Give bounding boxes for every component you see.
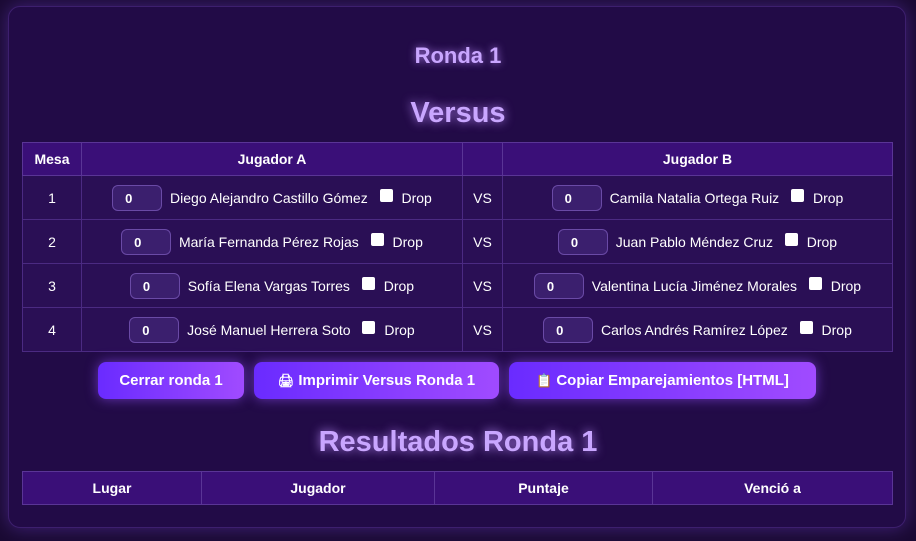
player-a-cell: 0 José Manuel Herrera Soto Drop: [81, 307, 463, 352]
drop-checkbox[interactable]: [799, 321, 813, 334]
cerrar-ronda-label: Cerrar ronda 1: [119, 372, 223, 389]
player-b-cell: 0 Juan Pablo Méndez Cruz Drop: [502, 219, 893, 264]
score-input[interactable]: 0: [129, 272, 180, 299]
drop-label: Drop: [384, 321, 415, 338]
round-title: Ronda 1: [414, 43, 502, 68]
player-a-cell: 0 Diego Alejandro Castillo Gómez Drop: [81, 175, 463, 220]
player-b-cell: 0 Valentina Lucía Jiménez Morales Drop: [502, 263, 893, 308]
score-input[interactable]: 0: [551, 184, 602, 211]
cerrar-ronda-button[interactable]: Cerrar ronda 1: [98, 362, 244, 399]
score-input[interactable]: 0: [543, 316, 594, 343]
player-name: José Manuel Herrera Soto: [187, 321, 351, 338]
mesa-number: 1: [22, 175, 82, 220]
results-table: Lugar Jugador Puntaje Venció a: [22, 471, 893, 505]
drop-label: Drop: [812, 189, 844, 206]
copiar-label: Copiar Emparejamientos [HTML]: [556, 372, 789, 389]
drop-checkbox[interactable]: [362, 321, 376, 334]
score-input[interactable]: 0: [557, 228, 608, 255]
header-jugador-a: Jugador A: [81, 142, 463, 176]
player-name: María Fernanda Pérez Rojas: [178, 233, 359, 250]
header-vencio: Venció a: [652, 471, 893, 505]
drop-checkbox[interactable]: [379, 189, 393, 202]
player-name: Sofía Elena Vargas Torres: [187, 277, 350, 294]
drop-checkbox[interactable]: [784, 233, 798, 246]
mesa-number: 2: [22, 219, 82, 264]
drop-label: Drop: [806, 233, 838, 250]
player-b-cell: 0 Camila Natalia Ortega Ruiz Drop: [502, 175, 893, 220]
imprimir-versus-button[interactable]: 🖨 Imprimir Versus Ronda 1: [254, 362, 499, 399]
clipboard-icon: 📋: [536, 373, 553, 388]
player-a-cell: 0 Sofía Elena Vargas Torres Drop: [81, 263, 463, 308]
player-b-cell: 0 Carlos Andrés Ramírez López Drop: [502, 307, 893, 352]
mesa-number: 4: [22, 307, 82, 352]
vs-label: VS: [462, 219, 503, 264]
drop-checkbox[interactable]: [791, 189, 805, 202]
header-lugar: Lugar: [22, 471, 202, 505]
results-header-row: Lugar Jugador Puntaje Venció a: [22, 471, 893, 505]
mesa-number: 3: [22, 263, 82, 308]
resultados-title: Resultados Ronda 1: [318, 426, 598, 458]
header-jugador: Jugador: [201, 471, 435, 505]
copiar-emparejamientos-button[interactable]: 📋 Copiar Emparejamientos [HTML]: [509, 362, 816, 399]
drop-label: Drop: [383, 277, 415, 294]
vs-label: VS: [462, 263, 503, 308]
drop-label: Drop: [401, 189, 432, 206]
score-input[interactable]: 0: [121, 228, 172, 255]
versus-header-row: Mesa Jugador A Jugador B: [22, 142, 893, 176]
player-name: Carlos Andrés Ramírez López: [600, 321, 788, 338]
player-name: Camila Natalia Ortega Ruiz: [609, 189, 780, 206]
header-mesa: Mesa: [22, 142, 82, 176]
score-input[interactable]: 0: [533, 272, 584, 299]
table-row: 1 0 Diego Alejandro Castillo Gómez Drop …: [22, 175, 893, 220]
header-puntaje: Puntaje: [434, 471, 653, 505]
imprimir-label: Imprimir Versus Ronda 1: [298, 372, 476, 389]
drop-label: Drop: [821, 321, 852, 338]
table-row: 4 0 José Manuel Herrera Soto Drop VS 0 C…: [22, 307, 893, 352]
header-vs: [462, 142, 503, 176]
player-a-cell: 0 María Fernanda Pérez Rojas Drop: [81, 219, 463, 264]
table-row: 3 0 Sofía Elena Vargas Torres Drop VS 0 …: [22, 263, 893, 308]
vs-label: VS: [462, 307, 503, 352]
table-row: 2 0 María Fernanda Pérez Rojas Drop VS 0…: [22, 219, 893, 264]
score-input[interactable]: 0: [129, 316, 180, 343]
score-input[interactable]: 0: [112, 184, 163, 211]
drop-label: Drop: [830, 277, 862, 294]
printer-icon: 🖨: [277, 373, 295, 388]
drop-checkbox[interactable]: [370, 233, 384, 246]
versus-title: Versus: [410, 97, 506, 129]
vs-label: VS: [462, 175, 503, 220]
drop-checkbox[interactable]: [808, 277, 822, 290]
versus-table: Mesa Jugador A Jugador B 1 0 Diego Aleja…: [22, 142, 893, 352]
drop-checkbox[interactable]: [361, 277, 375, 290]
player-name: Juan Pablo Méndez Cruz: [615, 233, 773, 250]
drop-label: Drop: [392, 233, 423, 250]
header-jugador-b: Jugador B: [502, 142, 893, 176]
player-name: Valentina Lucía Jiménez Morales: [591, 277, 797, 294]
player-name: Diego Alejandro Castillo Gómez: [170, 189, 368, 206]
